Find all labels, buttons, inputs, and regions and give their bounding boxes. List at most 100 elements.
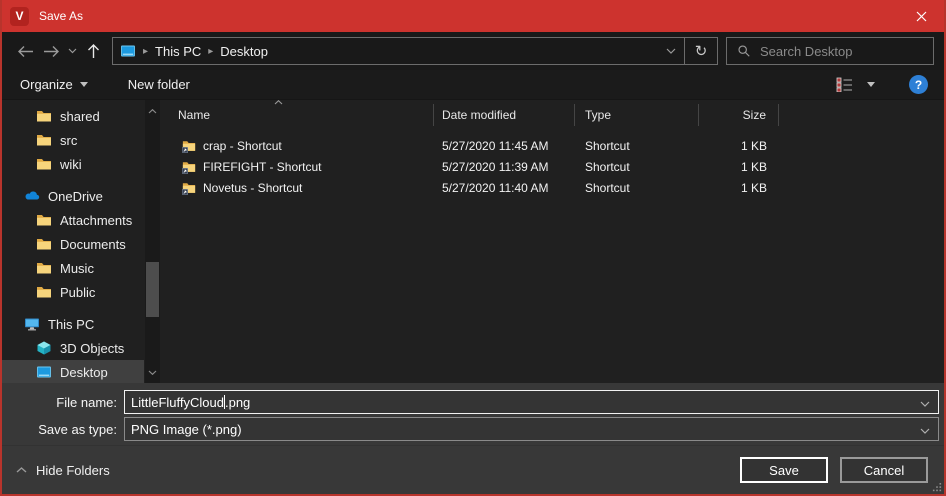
window-title: Save As: [39, 9, 83, 23]
address-bar[interactable]: ▸ This PC ▸ Desktop ↻: [112, 37, 718, 65]
sidebar-item-shared[interactable]: shared: [2, 104, 144, 128]
sidebar-scrollbar[interactable]: [145, 100, 160, 383]
file-name: crap - Shortcut: [203, 139, 282, 153]
sidebar-item-label: This PC: [48, 317, 94, 332]
sidebar-item-label: shared: [60, 109, 100, 124]
file-type: Shortcut: [575, 139, 699, 153]
refresh-icon: ↻: [695, 42, 708, 60]
scrollbar-down-button[interactable]: [145, 365, 160, 379]
file-name: Novetus - Shortcut: [203, 181, 302, 195]
3d-objects-cube-icon: [36, 340, 52, 356]
sidebar-item-this-pc[interactable]: This PC: [2, 312, 144, 336]
chevron-up-icon: [148, 109, 157, 114]
folder-icon: [36, 260, 52, 276]
file-type: Shortcut: [575, 181, 699, 195]
cancel-button[interactable]: Cancel: [840, 457, 928, 483]
this-pc-icon: [24, 316, 40, 332]
sidebar-item-src[interactable]: src: [2, 128, 144, 152]
help-button[interactable]: ?: [909, 75, 928, 94]
sidebar-item-desktop[interactable]: Desktop: [2, 360, 144, 383]
vivaldi-app-icon: V: [10, 7, 29, 26]
file-name-label: File name:: [2, 395, 124, 410]
scrollbar-up-button[interactable]: [145, 104, 160, 118]
file-name: FIREFIGHT - Shortcut: [203, 160, 321, 174]
details-view-icon[interactable]: [836, 77, 855, 92]
sidebar-group-gap: [2, 176, 162, 184]
sidebar-item-wiki[interactable]: wiki: [2, 152, 144, 176]
hide-folders-button[interactable]: Hide Folders: [16, 463, 110, 478]
close-button[interactable]: [899, 0, 944, 32]
file-row[interactable]: FIREFIGHT - Shortcut 5/27/2020 11:39 AM …: [162, 156, 944, 177]
file-name-input[interactable]: LittleFluffyCloud.png: [124, 390, 939, 414]
file-name-value-before-caret: LittleFluffyCloud: [131, 395, 224, 410]
save-button[interactable]: Save: [740, 457, 828, 483]
save-as-type-select[interactable]: PNG Image (*.png): [124, 417, 939, 441]
file-name-value-after-caret: .png: [225, 395, 250, 410]
toolbar-right-group: ?: [836, 75, 928, 94]
shortcut-folder-icon: [182, 160, 196, 174]
address-bar-controls: ↻: [658, 38, 717, 64]
sidebar-item-label: Public: [60, 285, 95, 300]
column-headers: Name Date modified Type Size: [162, 100, 944, 130]
up-button[interactable]: [80, 37, 106, 65]
save-as-type-value: PNG Image (*.png): [131, 422, 242, 437]
navigation-pane: shared src wiki OneDrive Attachments D: [2, 100, 162, 383]
folder-icon: [36, 212, 52, 228]
file-name-cell: crap - Shortcut: [162, 139, 434, 153]
this-pc-location-icon: [120, 43, 136, 59]
folder-icon: [36, 156, 52, 172]
breadcrumb-separator-icon: ▸: [143, 46, 148, 57]
sidebar-item-attachments[interactable]: Attachments: [2, 208, 144, 232]
file-size: 1 KB: [699, 160, 779, 174]
titlebar[interactable]: V Save As: [2, 0, 944, 32]
sidebar-item-label: Desktop: [60, 365, 108, 380]
back-button[interactable]: [12, 37, 38, 65]
command-toolbar: Organize New folder ?: [2, 70, 944, 100]
search-input[interactable]: [760, 44, 910, 59]
search-icon: [737, 44, 751, 58]
view-dropdown-triangle-icon[interactable]: [867, 82, 875, 87]
address-dropdown-button[interactable]: [658, 38, 684, 64]
breadcrumb-item-this-pc[interactable]: This PC: [155, 44, 201, 59]
sidebar-item-label: wiki: [60, 157, 82, 172]
refresh-button[interactable]: ↻: [685, 38, 717, 64]
organize-button[interactable]: Organize: [20, 77, 88, 92]
breadcrumb-separator-icon: ▸: [208, 46, 213, 57]
cancel-button-label: Cancel: [864, 463, 904, 478]
search-box[interactable]: [726, 37, 934, 65]
column-header-name[interactable]: Name: [162, 104, 434, 126]
folder-icon: [36, 236, 52, 252]
file-name-cell: Novetus - Shortcut: [162, 181, 434, 195]
breadcrumb-item-desktop[interactable]: Desktop: [220, 44, 268, 59]
shortcut-folder-icon: [182, 181, 196, 195]
back-icon: [17, 45, 34, 58]
forward-button[interactable]: [38, 37, 64, 65]
sidebar-item-label: src: [60, 133, 77, 148]
column-header-type[interactable]: Type: [575, 104, 699, 126]
column-header-size[interactable]: Size: [699, 104, 779, 126]
folder-icon: [36, 108, 52, 124]
file-row[interactable]: Novetus - Shortcut 5/27/2020 11:40 AM Sh…: [162, 177, 944, 198]
sidebar-item-music[interactable]: Music: [2, 256, 144, 280]
resize-grip[interactable]: [932, 482, 942, 492]
sidebar-item-label: Attachments: [60, 213, 132, 228]
file-name-dropdown-button[interactable]: [920, 395, 930, 410]
sidebar-item-documents[interactable]: Documents: [2, 232, 144, 256]
sidebar-group-gap: [2, 304, 162, 312]
scrollbar-thumb[interactable]: [146, 262, 159, 317]
folder-icon: [36, 132, 52, 148]
file-row[interactable]: crap - Shortcut 5/27/2020 11:45 AM Short…: [162, 135, 944, 156]
recent-locations-button[interactable]: [64, 37, 80, 65]
sidebar-item-onedrive[interactable]: OneDrive: [2, 184, 144, 208]
save-as-type-dropdown-button[interactable]: [920, 422, 930, 437]
hide-folders-label: Hide Folders: [36, 463, 110, 478]
file-type: Shortcut: [575, 160, 699, 174]
sidebar-item-3d-objects[interactable]: 3D Objects: [2, 336, 144, 360]
chevron-down-icon: [68, 48, 77, 54]
file-date-modified: 5/27/2020 11:40 AM: [434, 181, 575, 195]
chevron-down-icon: [666, 48, 676, 54]
new-folder-button[interactable]: New folder: [128, 77, 190, 92]
chevron-down-icon: [920, 428, 930, 434]
column-header-date-modified[interactable]: Date modified: [434, 104, 575, 126]
sidebar-item-public[interactable]: Public: [2, 280, 144, 304]
